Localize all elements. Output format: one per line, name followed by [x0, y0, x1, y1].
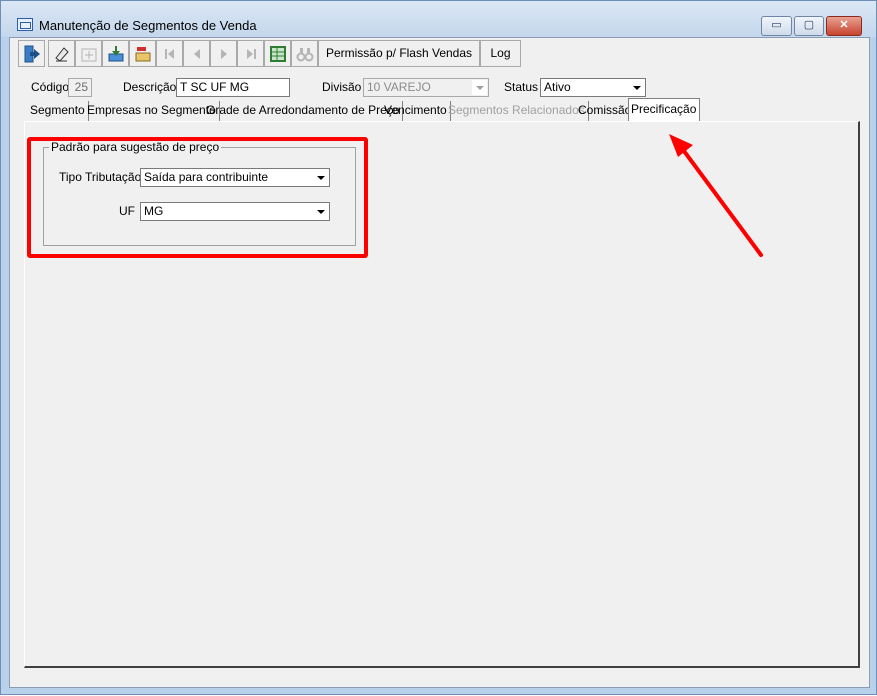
window: Manutenção de Segmentos de Venda ▭ ▢ ✕ P…	[0, 0, 877, 695]
annotation-arrow-icon	[669, 134, 763, 257]
